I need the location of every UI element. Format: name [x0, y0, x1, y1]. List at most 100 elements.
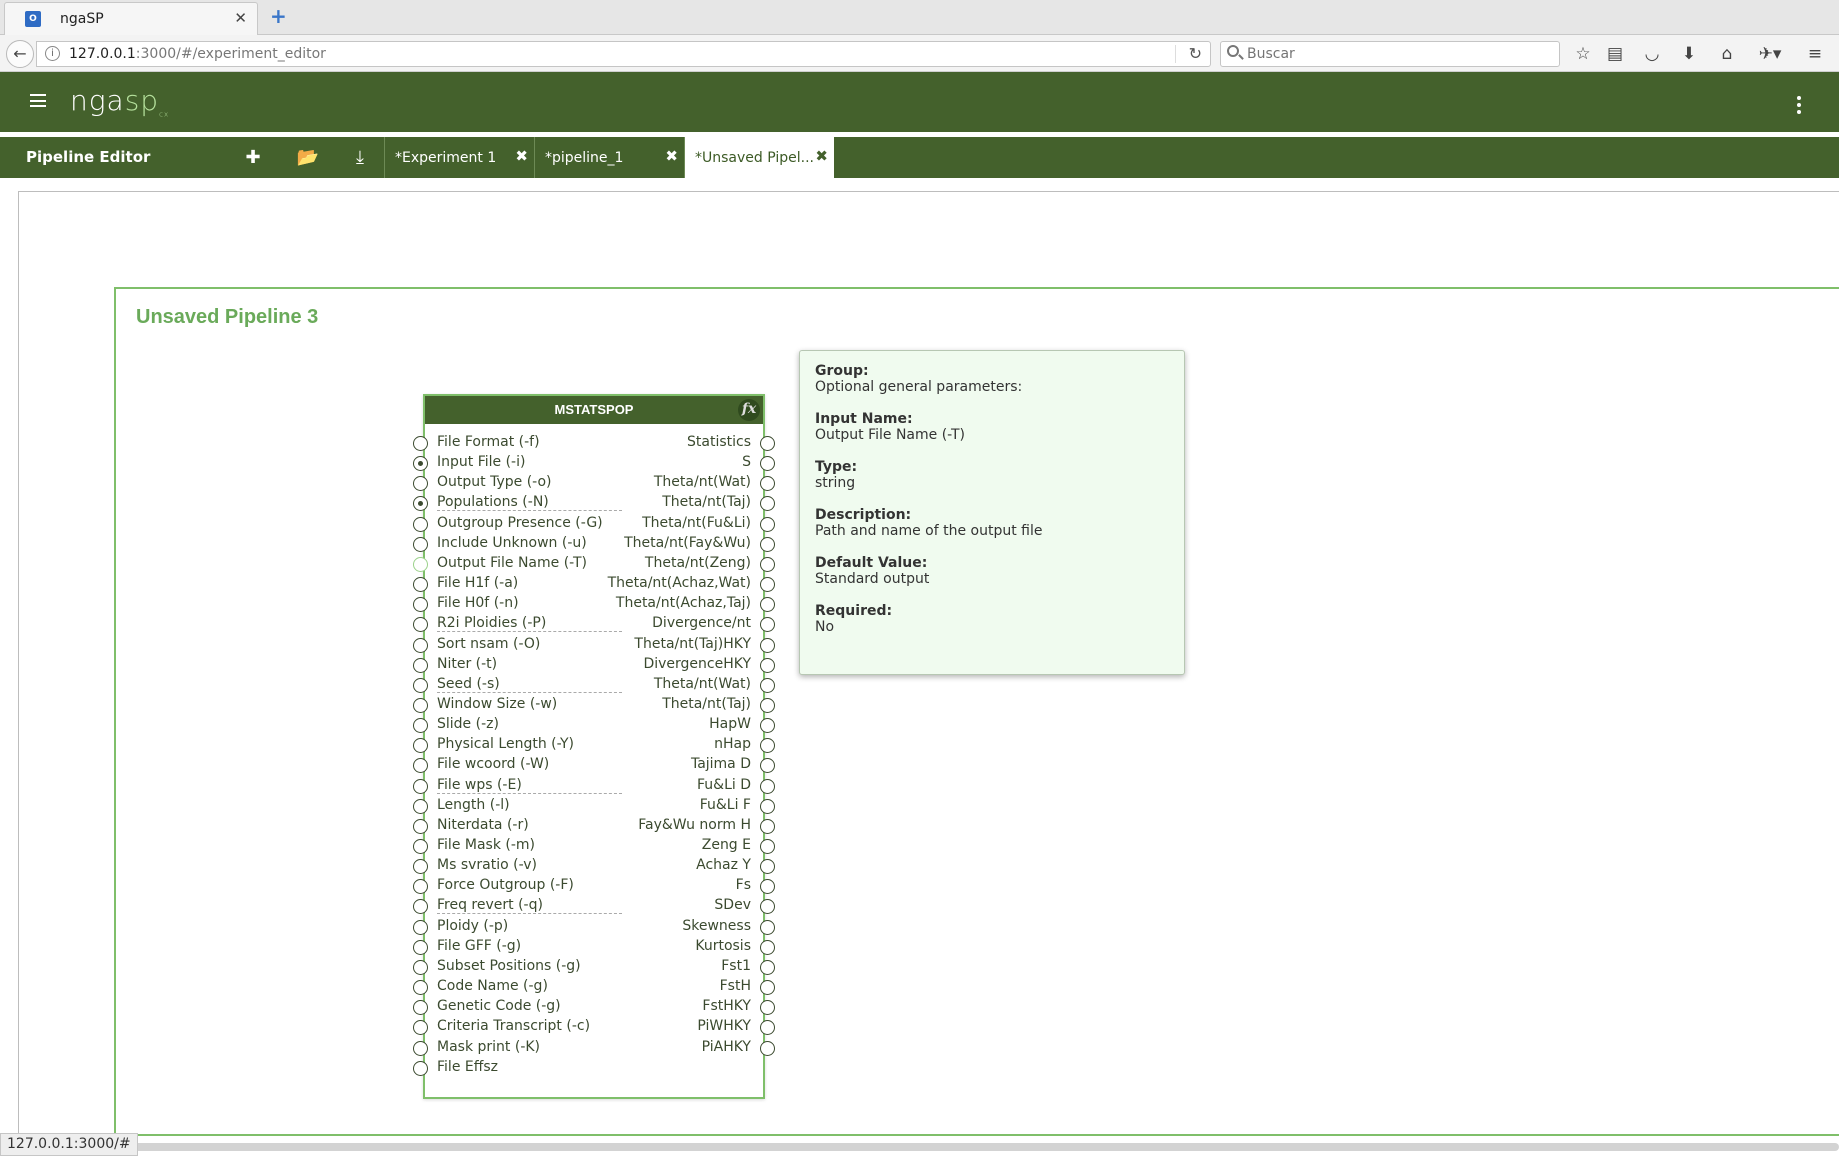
output-port-circle-icon[interactable]	[760, 718, 775, 734]
open-folder-icon[interactable]: 📂	[296, 146, 320, 170]
output-port-row[interactable]: Theta/nt(Achaz,Taj)	[575, 594, 775, 614]
output-port-row[interactable]: FstH	[575, 977, 775, 997]
input-port-circle-icon[interactable]	[413, 1020, 428, 1036]
output-port-row[interactable]: Fu&Li F	[575, 796, 775, 816]
output-port-circle-icon[interactable]	[760, 859, 775, 875]
input-port-circle-icon[interactable]	[413, 496, 428, 512]
input-port-circle-icon[interactable]	[413, 637, 428, 653]
input-port-circle-icon[interactable]	[413, 818, 428, 834]
input-port-circle-icon[interactable]	[413, 718, 428, 734]
input-port-circle-icon[interactable]	[413, 1040, 428, 1056]
input-port-circle-icon[interactable]	[413, 758, 428, 774]
input-port-circle-icon[interactable]	[413, 1060, 428, 1076]
output-port-row[interactable]: nHap	[575, 735, 775, 755]
input-port-circle-icon[interactable]	[413, 577, 428, 593]
output-port-circle-icon[interactable]	[760, 677, 775, 693]
output-port-row[interactable]: Fay&Wu norm H	[575, 816, 775, 836]
input-port-circle-icon[interactable]	[413, 959, 428, 975]
input-port-circle-icon[interactable]	[413, 798, 428, 814]
home-icon[interactable]: ⌂	[1716, 43, 1738, 65]
output-port-circle-icon[interactable]	[760, 919, 775, 935]
function-fx-icon[interactable]: fx	[738, 399, 760, 421]
output-port-circle-icon[interactable]	[760, 637, 775, 653]
output-port-circle-icon[interactable]	[760, 839, 775, 854]
output-port-row[interactable]: Zeng E	[575, 836, 775, 856]
input-port-circle-icon[interactable]	[413, 839, 428, 854]
output-port-circle-icon[interactable]	[760, 1020, 775, 1036]
close-icon[interactable]: ✖	[515, 147, 528, 165]
tab-experiment-1[interactable]: *Experiment 1 ✖	[384, 137, 534, 178]
output-port-circle-icon[interactable]	[760, 758, 775, 774]
output-port-row[interactable]: Skewness	[575, 917, 775, 937]
output-port-circle-icon[interactable]	[760, 1000, 775, 1016]
output-port-circle-icon[interactable]	[760, 657, 775, 673]
output-port-circle-icon[interactable]	[760, 577, 775, 593]
output-port-circle-icon[interactable]	[760, 879, 775, 895]
input-port-circle-icon[interactable]	[413, 697, 428, 713]
output-port-circle-icon[interactable]	[760, 778, 775, 794]
output-port-circle-icon[interactable]	[760, 496, 775, 512]
new-tab-icon[interactable]: +	[270, 6, 287, 26]
output-port-circle-icon[interactable]	[760, 436, 775, 451]
url-bar[interactable]: i 127.0.0.1:3000/#/experiment_editor ↻	[36, 41, 1211, 67]
output-port-row[interactable]: FstHKY	[575, 997, 775, 1017]
output-port-row[interactable]: Fs	[575, 876, 775, 896]
input-port-circle-icon[interactable]	[413, 738, 428, 754]
output-port-circle-icon[interactable]	[760, 959, 775, 975]
hamburger-menu-icon[interactable]	[30, 94, 46, 107]
search-bar[interactable]	[1220, 41, 1560, 67]
output-port-circle-icon[interactable]	[760, 738, 775, 754]
bookmark-star-icon[interactable]: ☆	[1572, 43, 1594, 65]
output-port-row[interactable]: Theta/nt(Zeng)	[575, 554, 775, 574]
input-port-circle-icon[interactable]	[413, 919, 428, 935]
input-port-circle-icon[interactable]	[413, 1000, 428, 1016]
input-port-circle-icon[interactable]	[413, 677, 428, 693]
input-port-circle-icon[interactable]	[413, 879, 428, 895]
input-port-circle-icon[interactable]	[413, 859, 428, 875]
output-port-row[interactable]: Kurtosis	[575, 937, 775, 957]
output-port-circle-icon[interactable]	[760, 980, 775, 996]
output-port-circle-icon[interactable]	[760, 476, 775, 492]
output-port-circle-icon[interactable]	[760, 556, 775, 572]
output-port-row[interactable]: PiWHKY	[575, 1017, 775, 1037]
output-port-row[interactable]: SDev	[575, 896, 775, 916]
output-port-row[interactable]: Theta/nt(Taj)	[575, 493, 775, 513]
download-icon[interactable]: ⬇	[1678, 43, 1700, 65]
output-port-circle-icon[interactable]	[760, 617, 775, 633]
extension-dropdown-icon[interactable]: ✈▾	[1752, 43, 1788, 65]
output-port-row[interactable]: Fu&Li D	[575, 776, 775, 796]
reload-icon[interactable]: ↻	[1189, 44, 1202, 63]
output-port-row[interactable]: Theta/nt(Taj)	[575, 695, 775, 715]
output-port-circle-icon[interactable]	[760, 1040, 775, 1056]
input-port-circle-icon[interactable]	[413, 980, 428, 996]
output-port-row[interactable]: Divergence/nt	[575, 614, 775, 634]
output-port-circle-icon[interactable]	[760, 597, 775, 613]
mstatspop-node[interactable]: MSTATSPOP fx File Format (-f) Input File …	[413, 394, 775, 1099]
tab-pipeline-1[interactable]: *pipeline_1 ✖	[534, 137, 684, 178]
input-port-circle-icon[interactable]	[413, 617, 428, 633]
output-port-row[interactable]: Fst1	[575, 957, 775, 977]
input-port-circle-icon[interactable]	[413, 536, 428, 552]
output-port-row[interactable]: Tajima D	[575, 755, 775, 775]
output-port-row[interactable]: Theta/nt(Fu&Li)	[575, 514, 775, 534]
more-options-icon[interactable]	[1797, 96, 1801, 117]
input-port-circle-icon[interactable]	[413, 436, 428, 451]
output-port-circle-icon[interactable]	[760, 939, 775, 955]
add-pipeline-icon[interactable]: ✚	[241, 146, 265, 170]
input-port-circle-icon[interactable]	[413, 516, 428, 532]
input-port-circle-icon[interactable]	[413, 778, 428, 794]
output-port-row[interactable]: Theta/nt(Wat)	[575, 473, 775, 493]
tab-unsaved-pipeline[interactable]: *Unsaved Pipel... ✖	[684, 137, 834, 178]
output-port-circle-icon[interactable]	[760, 536, 775, 552]
close-icon[interactable]: ✖	[815, 147, 828, 165]
output-port-row[interactable]: Theta/nt(Taj)HKY	[575, 635, 775, 655]
output-port-circle-icon[interactable]	[760, 456, 775, 472]
output-port-circle-icon[interactable]	[760, 697, 775, 713]
output-port-row[interactable]: Theta/nt(Achaz,Wat)	[575, 574, 775, 594]
input-port-circle-icon[interactable]	[413, 597, 428, 613]
search-input[interactable]	[1245, 44, 1545, 64]
output-port-row[interactable]: Theta/nt(Wat)	[575, 675, 775, 695]
output-port-row[interactable]: Achaz Y	[575, 856, 775, 876]
input-port-circle-icon[interactable]	[413, 939, 428, 955]
output-port-circle-icon[interactable]	[760, 516, 775, 532]
